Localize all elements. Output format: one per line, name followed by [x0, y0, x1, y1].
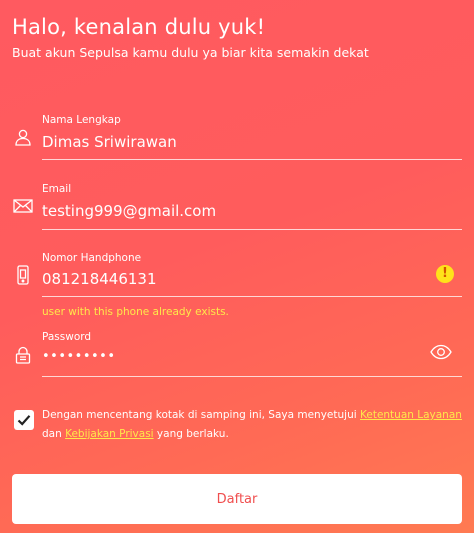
email-field[interactable]: Email testing999@gmail.com	[12, 181, 462, 231]
user-icon	[12, 126, 34, 148]
phone-underline	[42, 296, 462, 297]
phone-error-message: user with this phone already exists.	[42, 306, 229, 318]
agreement-text: Dengan mencentang kotak di samping ini, …	[42, 406, 462, 444]
password-underline	[42, 376, 462, 377]
password-input[interactable]: •••••••••	[42, 347, 116, 367]
phone-input[interactable]: 081218446131	[42, 269, 157, 289]
checkmark-icon	[17, 415, 31, 426]
agreement-text-before: Dengan mencentang kotak di samping ini, …	[42, 409, 360, 421]
page-subtitle: Buat akun Sepulsa kamu dulu ya biar kita…	[12, 45, 369, 60]
warning-icon: !	[436, 265, 454, 283]
name-input[interactable]: Dimas Sriwirawan	[42, 132, 177, 152]
lock-icon	[12, 344, 34, 366]
email-label: Email	[42, 183, 72, 195]
agreement-text-after: yang berlaku.	[153, 428, 229, 440]
envelope-icon	[12, 195, 34, 217]
page-header: Halo, kenalan dulu yuk! Buat akun Sepuls…	[12, 14, 462, 61]
register-button[interactable]: Daftar	[12, 474, 462, 524]
password-label: Password	[42, 331, 92, 343]
name-underline	[42, 159, 462, 160]
phone-label: Nomor Handphone	[42, 252, 142, 264]
email-input[interactable]: testing999@gmail.com	[42, 201, 216, 221]
phone-field[interactable]: Nomor Handphone 081218446131 ! user with…	[12, 250, 462, 320]
name-field[interactable]: Nama Lengkap Dimas Sriwirawan	[12, 112, 462, 162]
email-underline	[42, 229, 462, 230]
phone-icon	[12, 264, 34, 286]
name-label: Nama Lengkap	[42, 114, 121, 126]
privacy-link[interactable]: Kebijakan Privasi	[65, 428, 154, 440]
agreement-row: Dengan mencentang kotak di samping ini, …	[12, 404, 462, 444]
agreement-text-middle: dan	[42, 428, 66, 440]
terms-link[interactable]: Ketentuan Layanan	[360, 409, 462, 421]
agreement-checkbox[interactable]	[14, 410, 34, 430]
password-field[interactable]: Password •••••••••	[12, 330, 462, 380]
page-title: Halo, kenalan dulu yuk!	[12, 15, 266, 39]
eye-icon[interactable]	[430, 344, 452, 360]
